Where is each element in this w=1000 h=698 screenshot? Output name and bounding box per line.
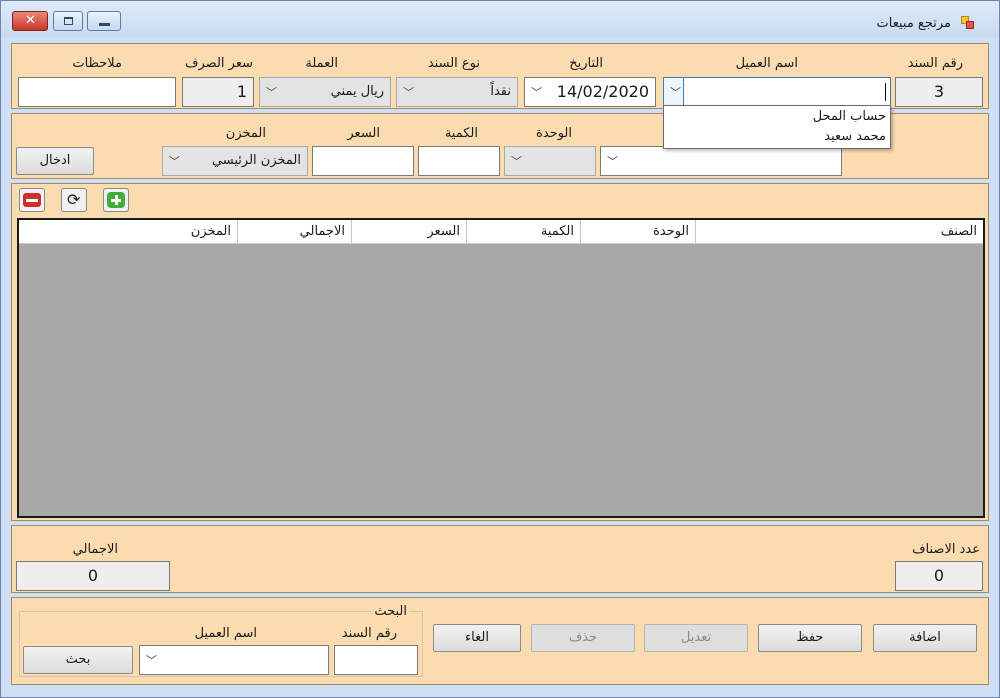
- column-header-store[interactable]: المخزن: [19, 220, 237, 244]
- search-button[interactable]: بحث: [23, 646, 133, 674]
- minimize-button[interactable]: [87, 11, 121, 31]
- sales-return-window: مرتجع مبيعات ✕ رقم السند 3 اسم العميل ﹀ …: [0, 0, 1000, 698]
- notes-label: ملاحظات: [72, 56, 122, 71]
- delete-row-icon: [23, 193, 41, 207]
- notes-field[interactable]: [18, 77, 176, 107]
- quantity-label: الكمية: [444, 126, 478, 141]
- doc-type-combo[interactable]: ﹀ نقداً: [396, 77, 518, 107]
- totals-panel: عدد الاصناف 0 الاجمالي 0: [11, 525, 989, 593]
- title-bar: مرتجع مبيعات ✕: [1, 1, 999, 37]
- maximize-button[interactable]: [53, 11, 83, 31]
- chevron-down-icon: ﹀: [607, 155, 618, 168]
- maximize-icon: [64, 17, 73, 25]
- customer-combo[interactable]: ﹀: [663, 77, 891, 107]
- doc-number-field[interactable]: 3: [895, 77, 983, 107]
- delete-button[interactable]: حذف: [531, 624, 635, 652]
- chevron-down-icon: ﹀: [531, 86, 542, 99]
- exchange-rate-label: سعر الصرف: [185, 56, 253, 71]
- item-combo[interactable]: ﹀: [600, 146, 842, 176]
- currency-combo[interactable]: ﹀ ريال يمني: [259, 77, 391, 107]
- date-label: التاريخ: [569, 56, 603, 71]
- doc-number-label: رقم السند: [907, 56, 963, 71]
- chevron-down-icon: ﹀: [146, 654, 157, 667]
- chevron-down-icon: ﹀: [511, 155, 522, 168]
- store-label: المخزن: [225, 126, 266, 141]
- add-button[interactable]: اضافة: [873, 624, 977, 652]
- currency-label: العملة: [305, 56, 338, 71]
- search-customer-combo[interactable]: ﹀: [139, 645, 329, 675]
- unit-combo[interactable]: ﹀: [504, 146, 596, 176]
- items-count-label: عدد الاصناف: [912, 542, 980, 557]
- chevron-down-icon: ﹀: [403, 86, 414, 99]
- close-icon: ✕: [25, 13, 36, 28]
- total-field[interactable]: 0: [16, 561, 170, 591]
- search-doc-number-label: رقم السند: [341, 626, 397, 641]
- column-header-quantity[interactable]: الكمية: [466, 220, 580, 244]
- save-button[interactable]: حفظ: [758, 624, 862, 652]
- delete-row-button[interactable]: [19, 188, 45, 212]
- column-header-total[interactable]: الاجمالي: [237, 220, 351, 244]
- add-row-icon: [107, 192, 125, 208]
- exchange-rate-field[interactable]: 1: [182, 77, 254, 107]
- date-picker[interactable]: ﹀ 14/02/2020: [524, 77, 656, 107]
- search-customer-label: اسم العميل: [194, 626, 257, 641]
- edit-button[interactable]: تعديل: [644, 624, 748, 652]
- cancel-button[interactable]: الغاء: [433, 624, 521, 652]
- customer-label: اسم العميل: [735, 56, 798, 71]
- window-title: مرتجع مبيعات: [876, 16, 951, 31]
- store-combo[interactable]: ﹀ المخزن الرئيسي: [162, 146, 308, 176]
- minimize-icon: [99, 23, 110, 26]
- grid-header: الصنف الوحدة الكمية السعر الاجمالي المخز…: [19, 220, 983, 244]
- items-count-field[interactable]: 0: [895, 561, 983, 591]
- doc-type-label: نوع السند: [427, 56, 480, 71]
- refresh-button[interactable]: ⟳: [61, 188, 87, 212]
- customer-dropdown-list: حساب المحل محمد سعيد: [663, 105, 891, 149]
- column-header-item[interactable]: الصنف: [695, 220, 983, 244]
- chevron-down-icon: ﹀: [169, 155, 180, 168]
- total-label: الاجمالي: [72, 542, 118, 557]
- add-row-button[interactable]: [103, 188, 129, 212]
- header-panel: رقم السند 3 اسم العميل ﹀ التاريخ ﹀ 14/02…: [11, 43, 989, 109]
- close-button[interactable]: ✕: [12, 11, 48, 31]
- search-group-title: البحث: [372, 604, 409, 619]
- refresh-icon: ⟳: [67, 190, 81, 209]
- chevron-down-icon: ﹀: [266, 86, 277, 99]
- chevron-down-icon: ﹀: [670, 86, 681, 99]
- unit-label: الوحدة: [536, 126, 572, 141]
- enter-item-button[interactable]: ادخال: [16, 147, 94, 175]
- quantity-field[interactable]: [418, 146, 500, 176]
- items-grid[interactable]: الصنف الوحدة الكمية السعر الاجمالي المخز…: [17, 218, 985, 518]
- customer-option[interactable]: حساب المحل: [813, 109, 886, 124]
- customer-option[interactable]: محمد سعيد: [824, 129, 886, 144]
- column-header-unit[interactable]: الوحدة: [580, 220, 695, 244]
- price-label: السعر: [347, 126, 380, 141]
- search-doc-number-field[interactable]: [334, 645, 418, 675]
- column-header-price[interactable]: السعر: [351, 220, 466, 244]
- app-icon: [961, 16, 975, 30]
- price-field[interactable]: [312, 146, 414, 176]
